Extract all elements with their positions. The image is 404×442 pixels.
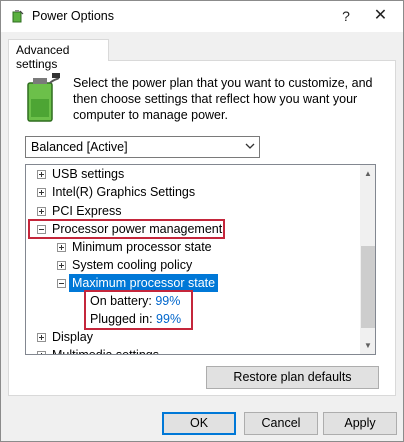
tree-item-label: System cooling policy bbox=[72, 258, 193, 272]
tree-item-label: Minimum processor state bbox=[72, 240, 212, 254]
scroll-thumb[interactable] bbox=[361, 246, 375, 328]
power-options-dialog: Power Options ? ✕ Advanced settings Sele… bbox=[0, 0, 404, 442]
divider bbox=[1, 402, 403, 403]
tab-label: Advanced settings bbox=[16, 43, 70, 71]
power-options-icon bbox=[12, 10, 24, 23]
tab-advanced-settings[interactable]: Advanced settings bbox=[8, 39, 109, 71]
expand-plus-icon[interactable] bbox=[37, 188, 46, 197]
scroll-up-arrow-icon[interactable]: ▲ bbox=[360, 165, 375, 182]
vertical-scrollbar[interactable]: ▲ ▼ bbox=[360, 165, 375, 354]
tree-item-label: Display bbox=[52, 330, 93, 344]
chevron-down-icon bbox=[245, 143, 255, 149]
highlight-processor-values bbox=[84, 290, 193, 330]
tree-item-label: PCI Express bbox=[52, 204, 122, 218]
expand-plus-icon[interactable] bbox=[57, 243, 66, 252]
intro-text: Select the power plan that you want to c… bbox=[73, 76, 373, 122]
highlight-processor-power-management bbox=[28, 219, 225, 239]
expand-plus-icon[interactable] bbox=[37, 351, 46, 354]
cancel-button[interactable]: Cancel bbox=[244, 412, 318, 435]
expand-plus-icon[interactable] bbox=[37, 333, 46, 342]
expand-plus-icon[interactable] bbox=[37, 207, 46, 216]
close-button[interactable]: ✕ bbox=[358, 1, 403, 32]
tree-item-label: USB settings bbox=[52, 167, 125, 181]
expand-plus-icon[interactable] bbox=[57, 261, 66, 270]
expand-plus-icon[interactable] bbox=[37, 170, 46, 179]
ok-button[interactable]: OK bbox=[162, 412, 236, 435]
power-plan-value: Balanced [Active] bbox=[31, 140, 128, 154]
apply-button[interactable]: Apply bbox=[323, 412, 397, 435]
restore-plan-defaults-button[interactable]: Restore plan defaults bbox=[206, 366, 379, 389]
scroll-down-arrow-icon[interactable]: ▼ bbox=[360, 337, 375, 354]
title-bar[interactable]: Power Options ? ✕ bbox=[1, 1, 403, 32]
power-plan-dropdown[interactable]: Balanced [Active] bbox=[25, 136, 260, 158]
battery-plug-icon bbox=[27, 73, 60, 122]
collapse-minus-icon[interactable] bbox=[57, 279, 66, 288]
tree-item-label: Multimedia settings bbox=[52, 346, 159, 354]
settings-tree[interactable]: USB settings Intel(R) Graphics Settings … bbox=[25, 164, 376, 355]
window-title: Power Options bbox=[32, 9, 114, 23]
tree-rows: USB settings Intel(R) Graphics Settings … bbox=[26, 165, 360, 354]
tree-item-label: Intel(R) Graphics Settings bbox=[52, 185, 196, 199]
